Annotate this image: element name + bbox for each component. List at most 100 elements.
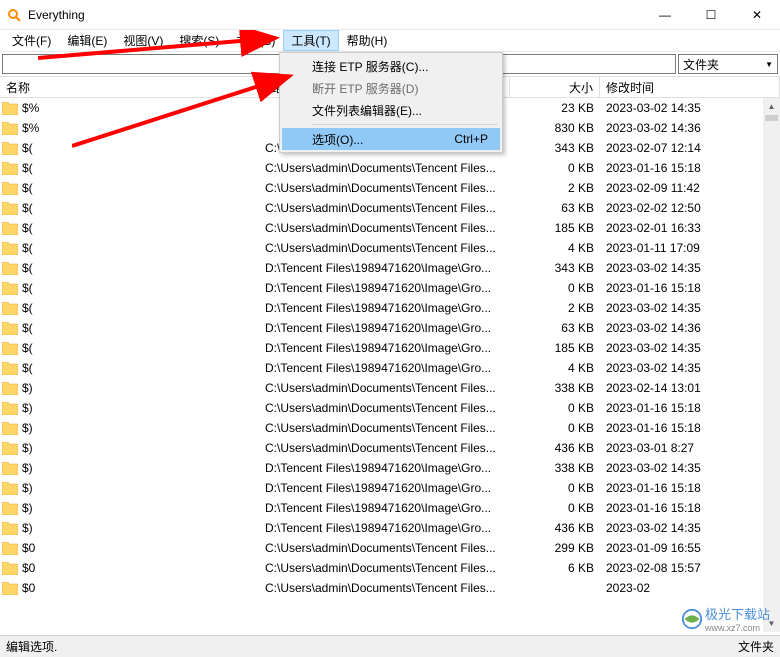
menu-file[interactable]: 文件(F) xyxy=(4,30,59,51)
file-name: $( xyxy=(22,321,33,335)
list-item[interactable]: $(C:\Users\admin\Documents\Tencent Files… xyxy=(0,238,780,258)
scroll-up-button[interactable]: ▲ xyxy=(763,98,780,115)
menu-item[interactable]: 文件列表编辑器(E)... xyxy=(282,99,500,121)
maximize-button[interactable]: ☐ xyxy=(688,0,734,30)
file-name: $( xyxy=(22,181,33,195)
filter-dropdown[interactable]: 文件夹 ▼ xyxy=(678,54,778,74)
menu-edit[interactable]: 编辑(E) xyxy=(59,30,115,51)
menu-help[interactable]: 帮助(H) xyxy=(339,30,396,51)
menu-bookmarks[interactable]: 书签(B) xyxy=(227,30,283,51)
header-name[interactable]: 名称 xyxy=(0,77,265,97)
file-name: $( xyxy=(22,261,33,275)
file-name: $( xyxy=(22,141,33,155)
list-item[interactable]: $(D:\Tencent Files\1989471620\Image\Gro.… xyxy=(0,258,780,278)
file-size: 63 KB xyxy=(510,201,600,215)
list-item[interactable]: $( C:\Users\admin\Documents\Tencent Files… xyxy=(0,158,780,178)
list-item[interactable]: $) D:\Tencent Files\1989471620\Image\Gro.… xyxy=(0,518,780,538)
file-path: D:\Tencent Files\1989471620\Image\Gro... xyxy=(265,321,510,335)
file-size: 4 KB xyxy=(510,241,600,255)
file-path: C:\Users\admin\Documents\Tencent Files..… xyxy=(265,561,510,575)
file-name: $( xyxy=(22,281,33,295)
list-item[interactable]: $0C:\Users\admin\Documents\Tencent Files… xyxy=(0,538,780,558)
list-item[interactable]: $)C:\Users\admin\Documents\Tencent Files… xyxy=(0,398,780,418)
file-size: 830 KB xyxy=(510,121,600,135)
vertical-scrollbar[interactable]: ▲ ▼ xyxy=(763,98,780,632)
file-path: D:\Tencent Files\1989471620\Image\Gro... xyxy=(265,481,510,495)
menu-tools[interactable]: 工具(T) xyxy=(283,30,338,51)
watermark: 极光下载站 www.xz7.com xyxy=(681,604,770,633)
file-date: 2023-03-02 14:35 xyxy=(600,521,780,535)
list-item[interactable]: $( D:\Tencent Files\1989471620\Image\Gro.… xyxy=(0,318,780,338)
file-date: 2023-03-02 14:35 xyxy=(600,461,780,475)
file-date: 2023-03-01 8:27 xyxy=(600,441,780,455)
file-date: 2023-03-02 14:35 xyxy=(600,261,780,275)
file-name: $) xyxy=(22,441,33,455)
file-size: 2 KB xyxy=(510,301,600,315)
window-title: Everything xyxy=(28,8,642,22)
file-date: 2023-03-02 14:36 xyxy=(600,121,780,135)
menu-view[interactable]: 视图(V) xyxy=(115,30,171,51)
file-size: 0 KB xyxy=(510,421,600,435)
file-path: C:\Users\admin\Documents\Tencent Files..… xyxy=(265,221,510,235)
tools-dropdown: 连接 ETP 服务器(C)...断开 ETP 服务器(D)文件列表编辑器(E).… xyxy=(279,52,503,153)
file-name: $( xyxy=(22,341,33,355)
minimize-button[interactable]: — xyxy=(642,0,688,30)
file-name: $( xyxy=(22,221,33,235)
list-item[interactable]: $(C:\Users\admin\Documents\Tencent Files… xyxy=(0,178,780,198)
file-path: D:\Tencent Files\1989471620\Image\Gro... xyxy=(265,521,510,535)
list-item[interactable]: $)D:\Tencent Files\1989471620\Image\Gro.… xyxy=(0,458,780,478)
menu-item[interactable]: 选项(O)...Ctrl+P xyxy=(282,128,500,150)
file-path: D:\Tencent Files\1989471620\Image\Gro... xyxy=(265,301,510,315)
list-item[interactable]: $)C:\Users\admin\Documents\Tencent Files… xyxy=(0,418,780,438)
file-size: 6 KB xyxy=(510,561,600,575)
list-item[interactable]: $)C:\Users\admin\Documents\Tencent Files… xyxy=(0,378,780,398)
list-item[interactable]: $)C:\Users\admin\Documents\Tencent Files… xyxy=(0,438,780,458)
menu-search[interactable]: 搜索(S) xyxy=(171,30,227,51)
file-date: 2023-03-02 14:35 xyxy=(600,301,780,315)
file-size: 185 KB xyxy=(510,341,600,355)
file-name: $( xyxy=(22,361,33,375)
header-date[interactable]: 修改时间 xyxy=(600,77,780,97)
file-size: 436 KB xyxy=(510,441,600,455)
file-path: C:\Users\admin\Documents\Tencent Files..… xyxy=(265,241,510,255)
file-name: $( xyxy=(22,201,33,215)
file-list[interactable]: $%23 KB2023-03-02 14:35$%830 KB2023-03-0… xyxy=(0,98,780,632)
file-date: 2023-02-14 13:01 xyxy=(600,381,780,395)
scroll-track[interactable] xyxy=(763,115,780,615)
file-name: $0 xyxy=(22,541,35,555)
list-item[interactable]: $0C:\Users\admin\Documents\Tencent Files… xyxy=(0,558,780,578)
list-item[interactable]: $(C:\Users\admin\Documents\Tencent Files… xyxy=(0,198,780,218)
list-item[interactable]: $0C:\Users\admin\Documents\Tencent Files… xyxy=(0,578,780,598)
list-item[interactable]: $(D:\Tencent Files\1989471620\Image\Gro.… xyxy=(0,358,780,378)
list-item[interactable]: $) D:\Tencent Files\1989471620\Image\Gro.… xyxy=(0,478,780,498)
file-date: 2023-03-02 14:35 xyxy=(600,361,780,375)
file-size: 185 KB xyxy=(510,221,600,235)
file-date: 2023-03-02 14:36 xyxy=(600,321,780,335)
header-size[interactable]: 大小 xyxy=(510,77,600,97)
file-date: 2023-01-16 15:18 xyxy=(600,281,780,295)
file-date: 2023-03-02 14:35 xyxy=(600,341,780,355)
list-item[interactable]: $(D:\Tencent Files\1989471620\Image\Gro.… xyxy=(0,298,780,318)
file-date: 2023-02 xyxy=(600,581,780,595)
file-size: 63 KB xyxy=(510,321,600,335)
file-date: 2023-01-16 15:18 xyxy=(600,421,780,435)
file-name: $) xyxy=(22,421,33,435)
scroll-thumb[interactable] xyxy=(765,115,778,121)
file-date: 2023-02-02 12:50 xyxy=(600,201,780,215)
file-name: $) xyxy=(22,381,33,395)
file-name: $) xyxy=(22,481,33,495)
close-button[interactable]: ✕ xyxy=(734,0,780,30)
file-name: $) xyxy=(22,521,33,535)
list-item[interactable]: $(D:\Tencent Files\1989471620\Image\Gro.… xyxy=(0,338,780,358)
list-item[interactable]: $(D:\Tencent Files\1989471620\Image\Gro.… xyxy=(0,278,780,298)
menu-item[interactable]: 连接 ETP 服务器(C)... xyxy=(282,55,500,77)
file-date: 2023-01-09 16:55 xyxy=(600,541,780,555)
file-name: $( xyxy=(22,161,33,175)
list-item[interactable]: $)D:\Tencent Files\1989471620\Image\Gro.… xyxy=(0,498,780,518)
statusbar: 编辑选项. 文件夹 xyxy=(0,635,780,657)
status-left: 编辑选项. xyxy=(6,638,57,655)
file-path: C:\Users\admin\Documents\Tencent Files..… xyxy=(265,161,510,175)
file-size: 0 KB xyxy=(510,401,600,415)
menu-shortcut: Ctrl+P xyxy=(454,132,488,146)
list-item[interactable]: $( C:\Users\admin\Documents\Tencent Files… xyxy=(0,218,780,238)
